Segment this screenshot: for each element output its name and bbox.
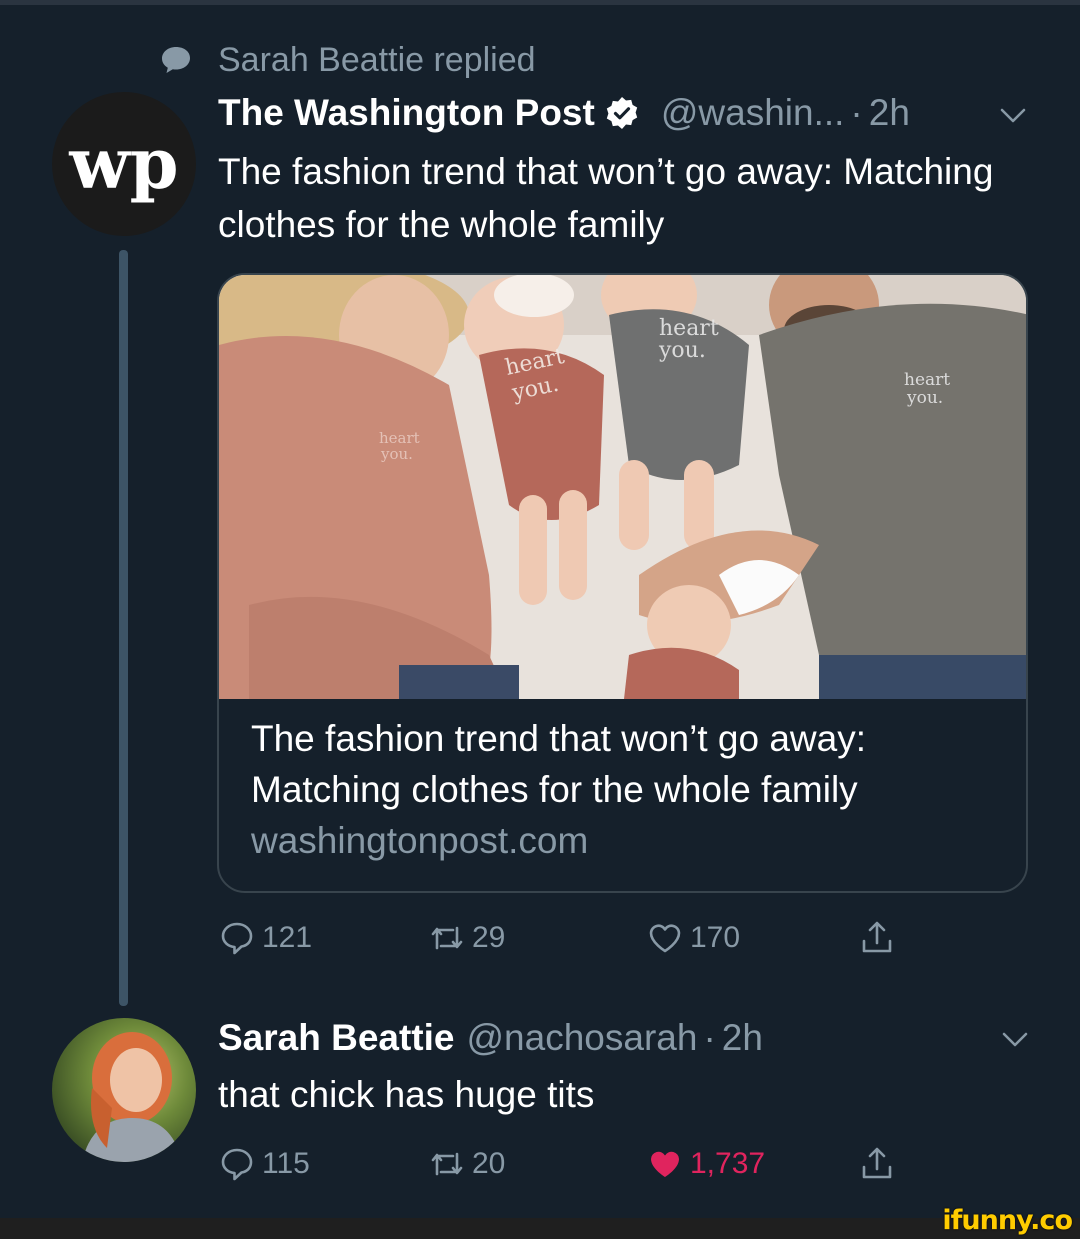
separator-dot: · bbox=[703, 1017, 716, 1058]
like-button[interactable]: 1,737 bbox=[646, 1139, 765, 1189]
watermark-bar bbox=[0, 1218, 1080, 1239]
retweet-button[interactable]: 29 bbox=[428, 913, 505, 963]
share-icon bbox=[862, 1147, 892, 1179]
card-domain: washingtonpost.com bbox=[251, 820, 589, 861]
retweet-button[interactable]: 20 bbox=[428, 1139, 505, 1189]
svg-text:heart: heart bbox=[904, 370, 950, 390]
top-divider bbox=[0, 0, 1080, 5]
author-handle[interactable]: @nachosarah bbox=[467, 1017, 698, 1059]
tweet-header: The Washington Post @washin... · 2h bbox=[218, 88, 910, 138]
author-name[interactable]: The Washington Post bbox=[218, 92, 595, 134]
context-text: Sarah Beattie replied bbox=[218, 40, 536, 79]
heart-filled-icon bbox=[651, 1151, 679, 1177]
heart-icon bbox=[649, 924, 681, 953]
chevron-down-icon[interactable] bbox=[998, 106, 1028, 126]
wp-logo-icon: wp bbox=[68, 122, 178, 205]
svg-text:you.: you. bbox=[906, 388, 943, 408]
share-icon bbox=[862, 921, 892, 953]
profile-photo-image bbox=[82, 1032, 182, 1162]
author-name[interactable]: Sarah Beattie bbox=[218, 1017, 455, 1059]
reply-count: 115 bbox=[262, 1147, 310, 1180]
link-card[interactable]: heart you. heart you. heart you. heart y… bbox=[217, 273, 1028, 893]
reply-button[interactable]: 115 bbox=[218, 1139, 310, 1189]
washington-post-avatar[interactable]: wp bbox=[52, 92, 196, 236]
svg-text:wp: wp bbox=[68, 122, 178, 205]
like-count: 1,737 bbox=[690, 1147, 766, 1180]
chevron-down-icon[interactable] bbox=[1000, 1030, 1030, 1050]
card-body[interactable]: The fashion trend that won’t go away: Ma… bbox=[251, 713, 1011, 866]
tweet-time[interactable]: 2h bbox=[722, 1017, 763, 1059]
tweet-time[interactable]: 2h bbox=[869, 92, 910, 134]
reply-tweet-header: Sarah Beattie @nachosarah · 2h bbox=[218, 1014, 763, 1062]
speech-bubble-icon bbox=[162, 47, 190, 73]
family-photo-image: heart you. heart you. heart you. heart y… bbox=[219, 275, 1026, 699]
like-count: 170 bbox=[690, 921, 741, 954]
retweet-icon bbox=[431, 926, 463, 950]
author-handle[interactable]: @washin... bbox=[661, 92, 845, 134]
svg-text:you.: you. bbox=[380, 445, 413, 463]
retweet-icon bbox=[431, 1152, 463, 1176]
reply-icon bbox=[221, 922, 253, 955]
reply-tweet-actions: 115 20 1,737 bbox=[218, 1139, 918, 1189]
ifunny-watermark: ifunny.co bbox=[942, 1205, 1073, 1236]
sarah-beattie-avatar[interactable] bbox=[52, 1018, 196, 1162]
reply-icon bbox=[221, 1148, 253, 1181]
reply-tweet-text: that chick has huge tits bbox=[218, 1074, 595, 1115]
share-button[interactable] bbox=[858, 913, 896, 963]
reply-context: Sarah Beattie replied bbox=[160, 38, 536, 82]
verified-badge-icon bbox=[606, 97, 638, 129]
tweet-actions: 121 29 170 bbox=[218, 913, 918, 963]
svg-text:you.: you. bbox=[658, 338, 706, 363]
separator-dot: · bbox=[850, 92, 863, 133]
retweet-count: 20 bbox=[472, 1147, 506, 1180]
tweet-text: The fashion trend that won’t go away: Ma… bbox=[218, 151, 994, 245]
card-photo[interactable]: heart you. heart you. heart you. heart y… bbox=[219, 275, 1026, 699]
share-button[interactable] bbox=[858, 1139, 896, 1189]
retweet-count: 29 bbox=[472, 921, 506, 954]
reply-count: 121 bbox=[262, 921, 313, 954]
reply-button[interactable]: 121 bbox=[218, 913, 312, 963]
thread-connector bbox=[119, 250, 128, 1006]
like-button[interactable]: 170 bbox=[646, 913, 740, 963]
card-title: The fashion trend that won’t go away: Ma… bbox=[251, 718, 866, 810]
